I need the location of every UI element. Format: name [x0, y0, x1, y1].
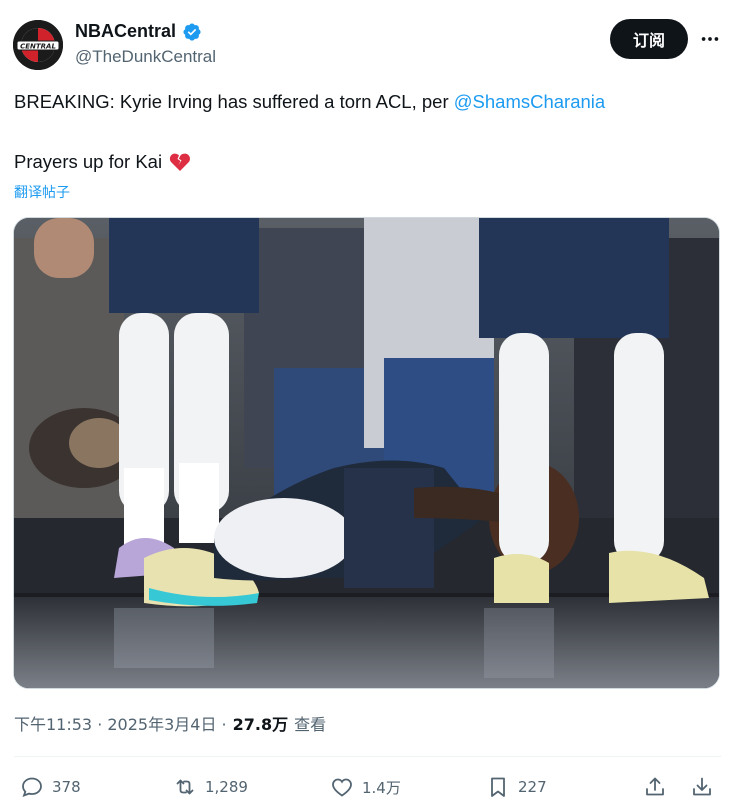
download-icon [690, 775, 714, 799]
tweet-text-line1: BREAKING: Kyrie Irving has suffered a to… [14, 91, 605, 113]
tweet-body-text: BREAKING: Kyrie Irving has suffered a to… [14, 91, 454, 112]
repost-button[interactable]: 1,289 [173, 770, 248, 804]
tweet-photo[interactable] [13, 217, 720, 689]
share-icon [643, 775, 667, 799]
svg-text:CENTRAL: CENTRAL [20, 43, 56, 51]
bookmark-button[interactable]: 227 [486, 770, 547, 804]
reply-count: 378 [52, 778, 81, 796]
subscribe-button[interactable]: 订阅 [610, 19, 688, 59]
action-bar: 378 1,289 1.4万 227 [0, 770, 737, 804]
tweet-meta: 下午11:53 · 2025年3月4日 · 27.8万 查看 [14, 711, 326, 735]
author-name-row: NBACentral [75, 21, 202, 42]
more-horizontal-icon[interactable] [696, 27, 724, 51]
repost-icon [173, 775, 197, 799]
repost-count: 1,289 [205, 778, 248, 796]
views-label: 查看 [294, 715, 327, 734]
heart-icon [330, 775, 354, 799]
bookmark-icon [486, 775, 510, 799]
translate-post-link[interactable]: 翻译帖子 [14, 182, 70, 202]
download-button[interactable] [690, 770, 714, 804]
verified-badge-icon [182, 22, 202, 42]
reply-icon [20, 775, 44, 799]
author-display-name[interactable]: NBACentral [75, 21, 176, 42]
tweet-body-text-2: Prayers up for Kai [14, 151, 163, 172]
mention-link[interactable]: @ShamsCharania [454, 91, 605, 112]
share-button[interactable] [643, 770, 667, 804]
author-avatar[interactable]: CENTRAL [13, 20, 63, 70]
reply-button[interactable]: 378 [20, 770, 81, 804]
like-count: 1.4万 [362, 778, 401, 797]
like-button[interactable]: 1.4万 [330, 770, 401, 804]
tweet-text-line2: Prayers up for Kai [14, 150, 192, 174]
nba-central-logo-icon: CENTRAL [13, 20, 63, 70]
divider [14, 756, 721, 757]
injury-photo-image [14, 218, 719, 688]
bookmark-count: 227 [518, 778, 547, 796]
tweet-header: CENTRAL NBACentral @TheDunkCentral 订阅 [0, 0, 737, 80]
broken-heart-icon [168, 150, 192, 174]
views-count: 27.8万 [232, 715, 289, 734]
author-handle[interactable]: @TheDunkCentral [75, 47, 216, 67]
tweet-timestamp[interactable]: 下午11:53 · 2025年3月4日 · [14, 711, 227, 735]
